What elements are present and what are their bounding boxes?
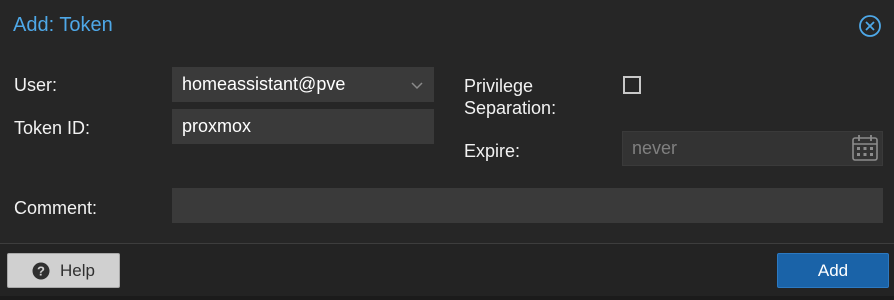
- question-circle-icon: ?: [32, 262, 50, 279]
- privilege-label-line1: Privilege: [464, 76, 534, 96]
- add-token-dialog: Add: Token User: homeassistant@pve Token…: [0, 0, 894, 300]
- user-label: User:: [14, 75, 58, 95]
- user-select[interactable]: homeassistant@pve: [172, 67, 434, 102]
- chevron-down-icon[interactable]: [411, 79, 423, 91]
- expire-label: Expire:: [464, 141, 521, 161]
- help-button[interactable]: ? Help: [7, 253, 120, 288]
- comment-label: Comment:: [14, 198, 98, 218]
- dialog-bottom-edge: [0, 296, 894, 300]
- expire-placeholder: never: [632, 138, 678, 158]
- add-button[interactable]: Add: [777, 253, 889, 288]
- user-value: homeassistant@pve: [182, 74, 346, 94]
- token-id-label: Token ID:: [14, 118, 91, 138]
- privilege-separation-label: Privilege Separation:: [464, 75, 556, 119]
- privilege-label-line2: Separation:: [464, 98, 557, 118]
- add-label: Add: [817, 260, 849, 280]
- expire-date-field[interactable]: never: [622, 131, 883, 166]
- comment-field[interactable]: [172, 188, 883, 223]
- svg-text:?: ?: [37, 263, 45, 278]
- token-id-value: proxmox: [182, 116, 252, 136]
- token-id-field[interactable]: proxmox: [172, 109, 434, 144]
- close-icon[interactable]: [858, 14, 882, 38]
- privilege-separation-checkbox[interactable]: [623, 76, 641, 94]
- help-label: Help: [60, 260, 95, 280]
- dialog-footer: [0, 244, 894, 300]
- calendar-icon[interactable]: [850, 133, 880, 163]
- dialog-title: Add: Token: [13, 14, 113, 36]
